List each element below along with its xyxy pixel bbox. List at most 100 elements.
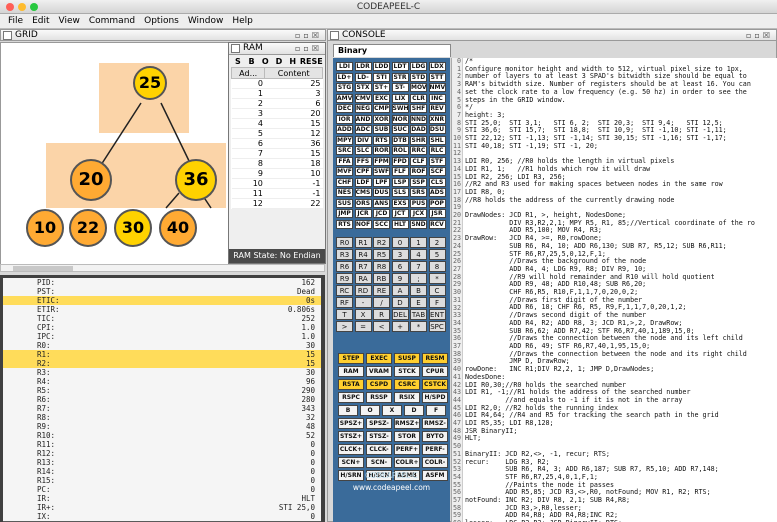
instr-key[interactable]: ROF — [410, 167, 427, 176]
register-key[interactable]: 5 — [428, 249, 446, 260]
control-key[interactable]: CLCK+ — [338, 444, 364, 455]
instr-key[interactable]: JCR — [354, 209, 372, 218]
control-key[interactable]: RESM — [422, 353, 448, 364]
control-key[interactable]: SCN+ — [338, 457, 364, 468]
code-line[interactable]: JSR BinaryII; — [465, 427, 755, 436]
instr-key[interactable]: REV — [428, 104, 446, 113]
instr-key[interactable]: SHL — [428, 135, 446, 145]
instr-key[interactable]: CMV — [354, 93, 372, 103]
ram-tab-h[interactable]: H — [286, 57, 300, 66]
close-window-button[interactable] — [6, 3, 14, 11]
ram-row[interactable]: 13 — [231, 88, 323, 99]
minimize-window-button[interactable] — [18, 3, 26, 11]
ram-row[interactable]: 4 15 — [231, 118, 323, 129]
register-key[interactable]: RD — [354, 285, 372, 296]
register-key[interactable]: E — [410, 297, 427, 308]
instr-key[interactable]: LIX — [391, 93, 409, 103]
instr-key[interactable]: SUS — [336, 198, 353, 208]
instr-key[interactable]: FFS — [354, 156, 372, 166]
instr-key[interactable]: SWF — [373, 167, 390, 176]
code-line[interactable]: */ — [465, 104, 755, 112]
instr-key[interactable]: SHF — [410, 104, 427, 113]
instr-key[interactable]: STF — [428, 156, 446, 166]
control-key[interactable]: BYTO — [422, 431, 448, 442]
instr-key[interactable]: STX — [354, 83, 372, 92]
instr-key[interactable]: DIV — [354, 135, 372, 145]
zoom-window-button[interactable] — [30, 3, 38, 11]
panel-controls-icon[interactable]: ▫▫☒ — [295, 30, 322, 41]
register-key[interactable]: SPC — [428, 321, 446, 332]
code-line[interactable]: HLT; — [465, 435, 755, 443]
ram-row[interactable]: 0 25 — [231, 78, 323, 89]
instr-key[interactable]: JCT — [391, 209, 409, 218]
ram-row[interactable]: 26 — [231, 98, 323, 109]
instr-key[interactable]: SWH — [391, 104, 409, 113]
control-key[interactable]: CLCK- — [366, 444, 392, 455]
instr-key[interactable]: LDX — [428, 62, 446, 71]
instr-key[interactable]: SRC — [336, 146, 353, 155]
instr-key[interactable]: LPF — [373, 177, 390, 187]
register-key[interactable]: R0 — [336, 237, 353, 248]
control-key[interactable]: STEP — [338, 353, 364, 364]
instr-key[interactable]: LDD — [373, 62, 390, 71]
instr-key[interactable]: SRS — [410, 188, 427, 197]
ram-tab-b[interactable]: B — [245, 57, 259, 66]
instr-key[interactable]: DAD — [410, 125, 427, 134]
instr-key[interactable]: ANS — [373, 198, 390, 208]
control-key[interactable]: RMSZ- — [422, 418, 448, 429]
panel-controls-icon[interactable]: ▫▫☒ — [746, 30, 773, 41]
instr-key[interactable]: DEC — [336, 104, 353, 113]
control-key[interactable]: RSIX — [394, 392, 420, 403]
ram-row[interactable]: 5 12 — [231, 128, 323, 139]
grid-scrollbar[interactable] — [0, 264, 325, 272]
instr-key[interactable]: PUS — [410, 198, 427, 208]
instr-key[interactable]: EXC — [373, 93, 390, 103]
instr-key[interactable]: FFA — [336, 156, 353, 166]
instr-key[interactable]: LDI — [336, 62, 353, 71]
instr-key[interactable]: ROR — [373, 146, 390, 155]
instr-key[interactable]: RLC — [428, 146, 446, 155]
register-key[interactable]: D — [391, 297, 409, 308]
instr-key[interactable]: XNR — [428, 114, 446, 124]
instr-key[interactable]: MOV — [410, 83, 427, 92]
instr-key[interactable]: ADD — [336, 125, 353, 134]
instr-key[interactable]: MVF — [336, 167, 353, 176]
instr-key[interactable]: CLS — [428, 177, 446, 187]
code-editor[interactable]: 0 1 2 3 4 5 6 7 8 9 10 11 12 13 14 15 16 17 18 19 20 21 22 23 24… — [451, 58, 777, 522]
instr-key[interactable]: STD — [410, 72, 427, 82]
control-key[interactable]: COLR- — [422, 457, 448, 468]
register-key[interactable]: DEL — [391, 309, 409, 320]
control-key[interactable]: VRAM — [366, 366, 392, 377]
control-key[interactable]: RAM — [338, 366, 364, 377]
ram-row[interactable]: 8 18 — [231, 158, 323, 169]
register-key[interactable]: R3 — [336, 249, 353, 260]
control-key[interactable]: SPSZ- — [366, 418, 392, 429]
instr-key[interactable]: CHF — [336, 177, 353, 187]
control-key[interactable]: SPSZ+ — [338, 418, 364, 429]
instr-key[interactable]: FPM — [373, 156, 390, 166]
control-key[interactable]: RSSP — [366, 392, 392, 403]
ram-row[interactable]: 3 20 — [231, 108, 323, 119]
control-key[interactable]: RSTA — [338, 379, 364, 390]
instr-key[interactable]: INC — [428, 93, 446, 103]
register-key[interactable]: RA — [354, 273, 372, 284]
instr-key[interactable]: CMP — [373, 104, 390, 113]
instr-key[interactable]: LD+ — [336, 72, 353, 82]
instr-key[interactable]: JMP — [336, 209, 353, 218]
instr-key[interactable]: LDR — [354, 62, 372, 71]
register-key[interactable]: TAB — [410, 309, 427, 320]
code-line[interactable]: STI 40,18; STI -1,19; STI -1, 20; — [465, 142, 755, 151]
instr-key[interactable]: ST+ — [373, 83, 390, 92]
register-key[interactable]: R9 — [336, 273, 353, 284]
instr-key[interactable]: STR — [391, 72, 409, 82]
control-key[interactable]: STSZ+ — [338, 431, 364, 442]
register-key[interactable]: R1 — [354, 237, 372, 248]
register-key[interactable]: A — [391, 285, 409, 296]
instr-key[interactable]: NOR — [391, 114, 409, 124]
control-key[interactable]: CSRC — [394, 379, 420, 390]
instr-key[interactable]: SLS — [391, 188, 409, 197]
register-key[interactable]: 6 — [391, 261, 409, 272]
instr-key[interactable]: CPF — [354, 167, 372, 176]
instr-key[interactable]: AND — [354, 114, 372, 124]
ram-row[interactable]: 6 36 — [231, 138, 323, 149]
